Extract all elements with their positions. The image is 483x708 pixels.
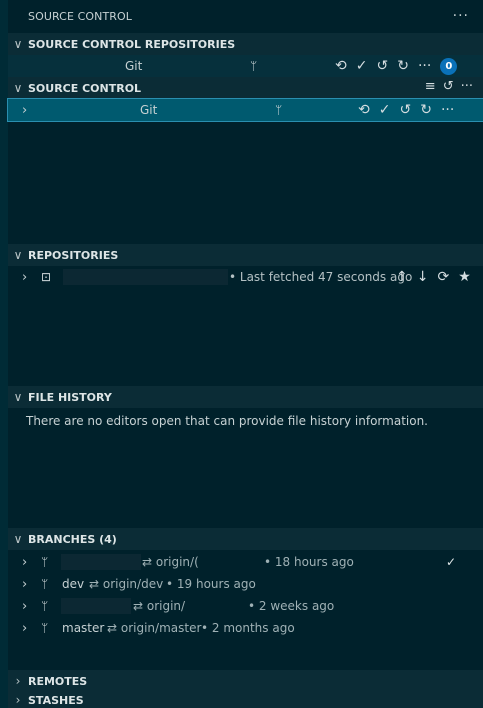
chevron-right-icon: ›: [22, 620, 28, 636]
chevron-right-icon: ›: [22, 554, 28, 570]
section-title: REPOSITORIES: [28, 248, 119, 262]
section-title: REMOTES: [28, 674, 88, 688]
branch-name: dev: [62, 577, 85, 591]
last-fetched-status: • Last fetched 47 seconds ago: [229, 270, 413, 284]
chevron-down-icon: ∨: [13, 37, 23, 51]
current-branch-check-icon: ✓: [446, 555, 457, 569]
branch-tracking: ⇄ origin/(: [142, 555, 199, 569]
pull-arrow-down-icon[interactable]: ↓: [417, 269, 429, 285]
git-branch-icon: ᛘ: [41, 555, 49, 569]
chevron-right-icon: ›: [15, 693, 21, 707]
file-history-message: There are no editors open that can provi…: [26, 414, 428, 428]
history-icon[interactable]: ↺: [443, 79, 454, 94]
sync-icon[interactable]: ⟲: [335, 58, 347, 75]
git-branch-icon: ᛘ: [41, 577, 49, 591]
chevron-right-icon: ›: [22, 598, 28, 614]
branch-name: master: [62, 621, 105, 635]
branch-age: • 2 months ago: [201, 621, 295, 635]
chevron-down-icon: ∨: [13, 248, 23, 262]
provider-label: Git: [140, 103, 158, 117]
section-repositories[interactable]: ∨ REPOSITORIES: [8, 244, 483, 266]
ellipsis-icon[interactable]: ···: [453, 8, 469, 24]
file-history-empty-message: There are no editors open that can provi…: [8, 410, 483, 432]
git-branch-icon: ᛘ: [250, 59, 258, 73]
activity-bar-edge: [0, 0, 8, 708]
view-title: SOURCE CONTROL: [28, 10, 133, 23]
commit-check-icon[interactable]: ✓: [356, 58, 368, 75]
branch-age: • 2 weeks ago: [248, 599, 335, 613]
repository-row[interactable]: › ⊡ • Last fetched 47 seconds ago ↑ ↓ ⟳ …: [8, 266, 483, 288]
list-view-icon[interactable]: ≡: [425, 79, 436, 94]
refresh-icon[interactable]: ↻: [420, 102, 432, 118]
chevron-down-icon: ∨: [13, 390, 23, 404]
section-branches[interactable]: ∨ BRANCHES (4): [8, 528, 483, 550]
sync-icon[interactable]: ⟲: [358, 102, 370, 118]
section-scm-repositories[interactable]: ∨ SOURCE CONTROL REPOSITORIES: [8, 33, 483, 55]
chevron-down-icon: ∨: [13, 81, 23, 95]
scm-repository-row[interactable]: Git ᛘ ⟲ ✓ ↺ ↻ ··· 0: [8, 55, 483, 77]
branch-name-redacted: [61, 554, 141, 570]
branch-name-redacted: [61, 598, 131, 614]
branch-age: • 18 hours ago: [264, 555, 354, 569]
section-stashes[interactable]: › STASHES: [8, 692, 483, 708]
section-remotes[interactable]: › REMOTES: [8, 670, 483, 692]
section-title: SOURCE CONTROL REPOSITORIES: [28, 37, 236, 51]
branch-row[interactable]: › ᛘ ⇄ origin/ • 2 weeks ago: [8, 595, 483, 617]
repository-name-redacted: [63, 269, 228, 285]
sync-icon[interactable]: ⟳: [437, 269, 449, 285]
section-title: BRANCHES (4): [28, 532, 117, 546]
branch-tracking: ⇄ origin/: [133, 599, 186, 613]
section-source-control[interactable]: ∨ SOURCE CONTROL ≡ ↺ ···: [8, 77, 483, 99]
chevron-right-icon: ›: [22, 576, 28, 592]
chevron-down-icon: ∨: [13, 532, 23, 546]
branch-tracking: ⇄ origin/master: [107, 621, 202, 635]
changes-count-badge: 0: [440, 58, 458, 75]
history-icon[interactable]: ↺: [399, 102, 411, 118]
section-file-history[interactable]: ∨ FILE HISTORY: [8, 386, 483, 408]
history-icon[interactable]: ↺: [376, 58, 388, 75]
branch-row[interactable]: › ᛘ ⇄ origin/( • 18 hours ago ✓: [8, 551, 483, 573]
section-title: STASHES: [28, 693, 84, 707]
branch-tracking: ⇄ origin/dev: [89, 577, 164, 591]
scm-provider-row[interactable]: › Git ᛘ ⟲ ✓ ↺ ↻ ···: [7, 98, 483, 122]
more-actions-icon[interactable]: ···: [441, 102, 454, 118]
star-icon[interactable]: ★: [458, 269, 471, 285]
commit-check-icon[interactable]: ✓: [379, 102, 391, 118]
git-branch-icon: ᛘ: [41, 599, 49, 613]
git-branch-icon: ᛘ: [275, 103, 283, 117]
chevron-right-icon: ›: [15, 674, 21, 688]
push-arrow-up-icon[interactable]: ↑: [396, 269, 408, 285]
repo-icon: ⊡: [41, 270, 52, 284]
chevron-right-icon: ›: [22, 102, 28, 118]
repo-label: Git: [125, 59, 143, 73]
more-actions-icon[interactable]: ···: [418, 58, 431, 75]
section-title: SOURCE CONTROL: [28, 81, 142, 95]
section-title: FILE HISTORY: [28, 390, 112, 404]
branch-age: • 19 hours ago: [166, 577, 256, 591]
more-actions-icon[interactable]: ···: [461, 79, 473, 94]
view-header: SOURCE CONTROL ···: [8, 0, 483, 33]
git-branch-icon: ᛘ: [41, 621, 49, 635]
branch-row[interactable]: › ᛘ dev ⇄ origin/dev • 19 hours ago: [8, 573, 483, 595]
branch-row[interactable]: › ᛘ master ⇄ origin/master • 2 months ag…: [8, 617, 483, 639]
refresh-icon[interactable]: ↻: [397, 58, 409, 75]
chevron-right-icon: ›: [22, 269, 28, 285]
